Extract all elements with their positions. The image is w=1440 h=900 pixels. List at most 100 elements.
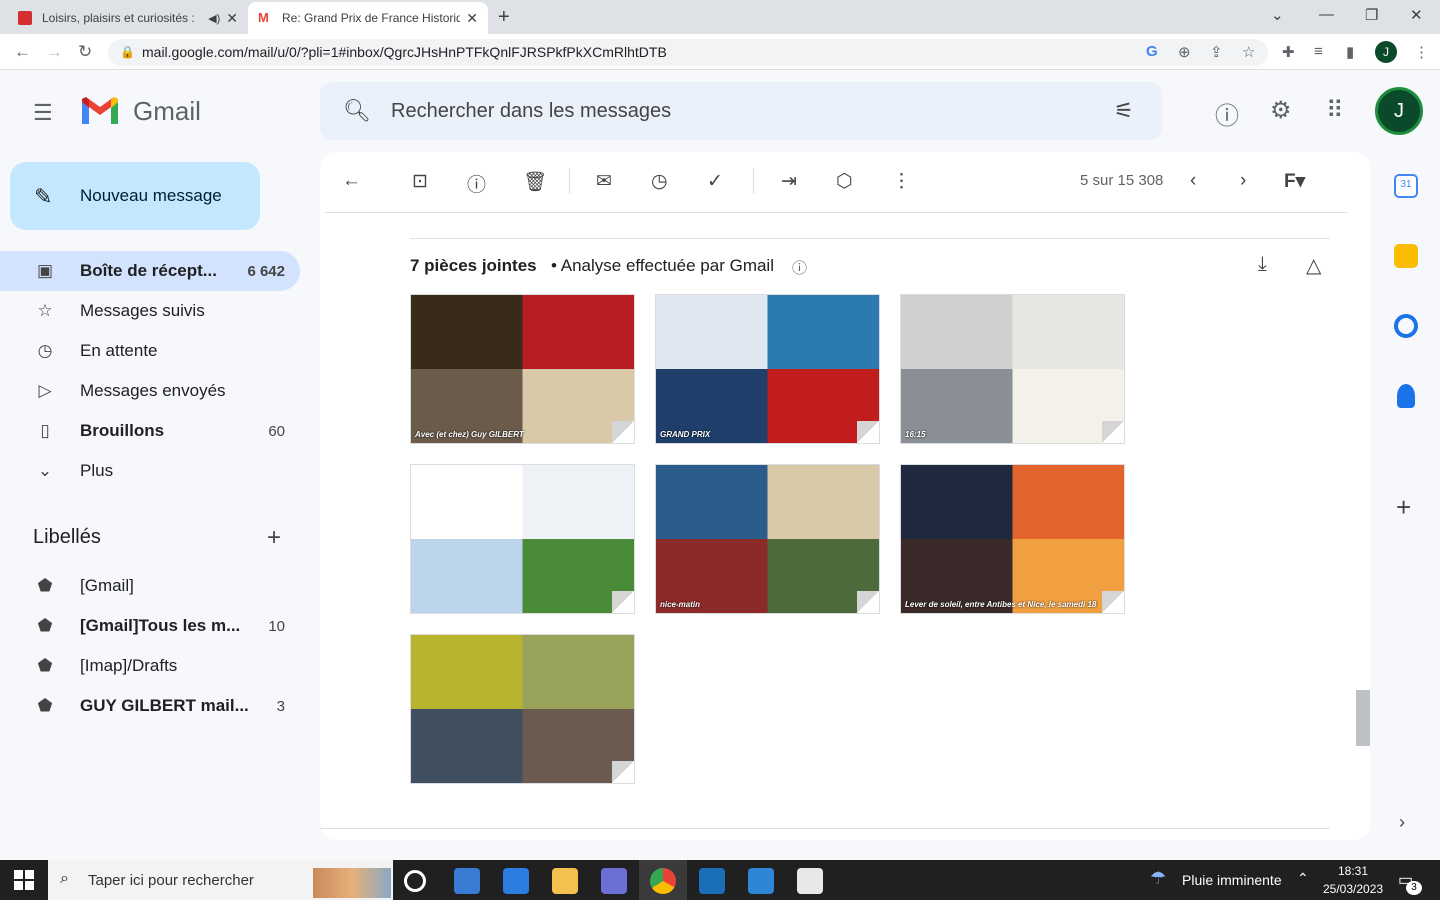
browser-menu-icon[interactable]: ⋮: [1414, 43, 1429, 61]
weather-text[interactable]: Pluie imminente: [1182, 872, 1282, 888]
mark-unread-icon[interactable]: ✉: [596, 170, 612, 193]
cortana-icon[interactable]: [404, 870, 426, 892]
attachment-thumbnail[interactable]: nice-matin: [655, 464, 880, 614]
back-to-inbox-icon[interactable]: ←: [342, 170, 361, 192]
weather-icon[interactable]: ☂: [1150, 868, 1166, 889]
browser-tab[interactable]: Loisirs, plaisirs et curiosités : ◀) ✕: [8, 2, 248, 34]
tasks-icon[interactable]: [1394, 314, 1418, 338]
sidebar-item-sent[interactable]: ▷ Messages envoyés: [0, 371, 300, 411]
sidebar-item-more[interactable]: ⌄ Plus: [0, 451, 300, 491]
zoom-icon[interactable]: ⊕: [1178, 43, 1191, 61]
label-icon[interactable]: ⬡: [836, 170, 853, 193]
bookmark-star-icon[interactable]: ☆: [1242, 43, 1255, 61]
calendar-icon[interactable]: 31: [1394, 174, 1418, 198]
download-all-icon[interactable]: ⤓: [1258, 253, 1267, 276]
tab-title: Re: Grand Prix de France Historiq: [282, 11, 461, 25]
sidebar-item-label: Brouillons: [80, 421, 165, 440]
tray-chevron-up-icon[interactable]: ⌃: [1297, 870, 1309, 887]
close-tab-icon[interactable]: ✕: [466, 10, 478, 27]
back-nav-icon[interactable]: ←: [14, 42, 31, 62]
extensions-icon[interactable]: ✚: [1282, 43, 1295, 61]
lock-icon[interactable]: 🔒: [120, 45, 135, 59]
sidebar-item-drafts[interactable]: ▯ Brouillons 60: [0, 411, 300, 451]
report-spam-icon[interactable]: ⓘ: [467, 170, 486, 197]
add-task-icon[interactable]: ✓: [707, 170, 723, 193]
forward-nav-icon[interactable]: →: [46, 42, 63, 62]
account-avatar[interactable]: J: [1375, 87, 1423, 135]
info-icon[interactable]: ⓘ: [792, 257, 807, 278]
file-explorer-icon[interactable]: [552, 868, 578, 894]
photos-icon[interactable]: [748, 868, 774, 894]
side-panel-icon[interactable]: ▮: [1346, 43, 1354, 61]
sidebar-label-item[interactable]: ⬟ GUY GILBERT mail... 3: [0, 686, 300, 726]
show-side-panel-chevron-icon[interactable]: ›: [1399, 812, 1405, 833]
pencil-icon: ✎: [34, 184, 53, 209]
attachment-thumbnail[interactable]: [410, 634, 635, 784]
more-options-icon[interactable]: ⋮: [892, 170, 911, 193]
close-tab-icon[interactable]: ✕: [226, 10, 238, 27]
sidebar-label-item[interactable]: ⬟ [Gmail]Tous les m... 10: [0, 606, 300, 646]
minimize-icon[interactable]: —: [1319, 6, 1334, 23]
attachment-thumbnail[interactable]: GRAND PRIX: [655, 294, 880, 444]
notepad-icon[interactable]: [797, 868, 823, 894]
media-icon[interactable]: ≡: [1314, 43, 1323, 60]
panel-bottom-line: [320, 828, 1330, 829]
thumbnail-caption: Lever de soleil, entre Antibes et Nice, …: [905, 600, 1098, 609]
maximize-icon[interactable]: ❐: [1365, 6, 1378, 24]
google-icon[interactable]: G: [1146, 43, 1158, 60]
keep-icon[interactable]: [1394, 244, 1418, 268]
compose-label[interactable]: Nouveau message: [80, 186, 222, 206]
get-addons-icon[interactable]: +: [1396, 492, 1411, 523]
gmail-wordmark[interactable]: Gmail: [133, 96, 201, 127]
close-window-icon[interactable]: ✕: [1410, 6, 1423, 24]
chrome-icon[interactable]: [650, 868, 676, 894]
app-icon[interactable]: [699, 868, 725, 894]
star-icon: ☆: [37, 301, 53, 320]
taskbar-search-input[interactable]: Taper ici pour rechercher: [88, 872, 254, 889]
scrollbar-thumb[interactable]: [1356, 690, 1370, 746]
delete-icon[interactable]: 🗑︎: [523, 170, 547, 194]
archive-icon[interactable]: ⊡: [412, 170, 428, 193]
add-to-drive-icon[interactable]: △: [1306, 253, 1321, 278]
clock-date[interactable]: 25/03/2023: [1323, 882, 1383, 896]
search-icon[interactable]: 🔍︎: [343, 98, 371, 124]
apps-grid-icon[interactable]: ⠿: [1326, 96, 1344, 125]
gmail-logo-icon[interactable]: [80, 96, 120, 126]
move-to-icon[interactable]: ⇥: [781, 170, 797, 193]
sidebar-item-starred[interactable]: ☆ Messages suivis: [0, 291, 300, 331]
snooze-icon[interactable]: ◷: [651, 170, 668, 193]
store-icon[interactable]: [503, 868, 529, 894]
attachment-thumbnail[interactable]: Avec (et chez) Guy GILBERT: [410, 294, 635, 444]
profile-avatar[interactable]: J: [1375, 41, 1397, 63]
reload-icon[interactable]: ↻: [78, 42, 92, 62]
sidebar-item-inbox[interactable]: ▣ Boîte de récept... 6 642: [0, 251, 300, 291]
search-input[interactable]: Rechercher dans les messages: [391, 100, 671, 123]
main-menu-icon[interactable]: ☰: [33, 100, 53, 126]
sidebar-label-item[interactable]: ⬟ [Gmail]: [0, 566, 300, 606]
url-text[interactable]: mail.google.com/mail/u/0/?pli=1#inbox/Qg…: [142, 44, 667, 60]
attachment-thumbnail[interactable]: Lever de soleil, entre Antibes et Nice, …: [900, 464, 1125, 614]
sidebar-item-snoozed[interactable]: ◷ En attente: [0, 331, 300, 371]
tab-search-icon[interactable]: ⌄: [1271, 6, 1284, 24]
add-label-icon[interactable]: +: [267, 524, 281, 552]
attachment-thumbnail[interactable]: [410, 464, 635, 614]
app-icon[interactable]: [601, 868, 627, 894]
share-icon[interactable]: ⇪: [1210, 43, 1223, 61]
draft-count: 60: [268, 422, 285, 440]
settings-gear-icon[interactable]: ⚙: [1270, 96, 1292, 125]
windows-start-icon[interactable]: [14, 870, 34, 890]
contacts-icon[interactable]: [1397, 384, 1415, 408]
clock-time[interactable]: 18:31: [1338, 864, 1368, 878]
older-chevron-icon[interactable]: ›: [1240, 170, 1246, 192]
new-tab-icon[interactable]: +: [498, 6, 510, 29]
search-options-icon[interactable]: ⚟: [1114, 98, 1134, 124]
mail-app-icon[interactable]: [454, 868, 480, 894]
speaker-icon[interactable]: ◀): [208, 12, 220, 25]
sidebar-label-item[interactable]: ⬟ [Imap]/Drafts: [0, 646, 300, 686]
attachments-count: 7 pièces jointes: [410, 256, 537, 275]
input-tools-icon[interactable]: F▾: [1284, 170, 1305, 193]
help-icon[interactable]: ⓘ: [1215, 96, 1239, 131]
attachment-thumbnail[interactable]: 16:15: [900, 294, 1125, 444]
newer-chevron-icon[interactable]: ‹: [1190, 170, 1196, 192]
browser-tab-active[interactable]: M Re: Grand Prix de France Historiq ✕: [248, 2, 488, 34]
